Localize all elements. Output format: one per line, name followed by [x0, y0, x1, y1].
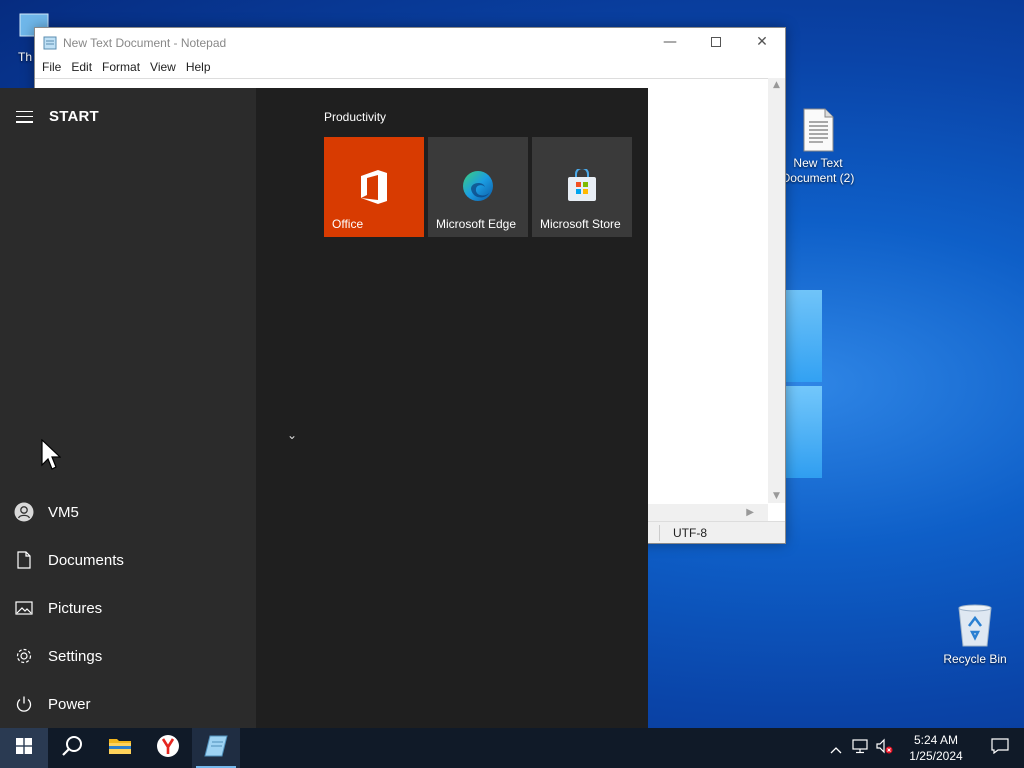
hamburger-icon[interactable] — [16, 110, 33, 123]
start-menu: START VM5 Documents Pictures Settings Po… — [0, 88, 648, 728]
clock-time: 5:24 AM — [913, 733, 959, 747]
start-title: START — [49, 108, 99, 125]
recycle-bin-icon — [955, 602, 995, 648]
network-icon — [851, 738, 869, 758]
start-item-label: Pictures — [48, 599, 103, 617]
maximize-button[interactable] — [693, 28, 739, 56]
start-item-label: Power — [48, 695, 91, 713]
tile-label: Microsoft Edge — [436, 217, 517, 231]
status-encoding: UTF-8 — [673, 526, 707, 540]
gear-icon — [0, 647, 48, 665]
menu-file[interactable]: File — [37, 58, 66, 78]
tile-microsoft-store[interactable]: Microsoft Store — [532, 137, 632, 237]
wallpaper-logo — [780, 282, 828, 482]
menu-edit[interactable]: Edit — [66, 58, 97, 78]
volume-button[interactable] — [872, 738, 896, 758]
notepad-title: New Text Document - Notepad — [63, 36, 227, 50]
desktop-icon-recycle-bin[interactable]: Recycle Bin — [935, 602, 1015, 667]
start-item-user[interactable]: VM5 — [0, 488, 256, 536]
notepad-menubar: File Edit Format View Help — [35, 58, 785, 78]
notepad-icon — [204, 735, 228, 761]
start-item-settings[interactable]: Settings — [0, 632, 256, 680]
start-item-power[interactable]: Power — [0, 680, 256, 728]
taskbar-file-explorer[interactable] — [96, 728, 144, 768]
desktop-icon-label: Recycle Bin — [943, 652, 1007, 666]
chevron-down-icon[interactable]: ⌄ — [287, 428, 297, 442]
desktop-icon-text-document[interactable]: New Text Document (2) — [778, 108, 858, 186]
show-hidden-icons-button[interactable] — [824, 739, 848, 758]
taskbar: 5:24 AM 1/25/2024 — [0, 728, 1024, 768]
menu-help[interactable]: Help — [181, 58, 216, 78]
start-button[interactable] — [0, 728, 48, 768]
search-button[interactable] — [48, 728, 96, 768]
menu-view[interactable]: View — [145, 58, 181, 78]
start-item-label: VM5 — [48, 503, 79, 521]
close-button[interactable]: ✕ — [739, 28, 785, 56]
notepad-icon — [43, 36, 57, 50]
office-icon — [358, 169, 390, 208]
text-file-icon — [801, 108, 835, 152]
close-icon: ✕ — [756, 34, 768, 50]
tile-microsoft-edge[interactable]: Microsoft Edge — [428, 137, 528, 237]
start-item-documents[interactable]: Documents — [0, 536, 256, 584]
taskbar-notepad[interactable] — [192, 728, 240, 768]
menu-format[interactable]: Format — [97, 58, 145, 78]
maximize-icon — [711, 37, 721, 47]
document-icon — [0, 551, 48, 569]
tile-group-label: Productivity — [324, 110, 387, 124]
vertical-scrollbar[interactable]: ▲ ▼ — [768, 78, 785, 503]
power-icon — [0, 695, 48, 713]
tile-label: Microsoft Store — [540, 217, 621, 231]
action-center-button[interactable] — [976, 738, 1024, 758]
start-item-label: Documents — [48, 551, 124, 569]
edge-icon — [461, 169, 495, 206]
system-tray: 5:24 AM 1/25/2024 — [824, 728, 1024, 768]
mouse-cursor-icon — [41, 438, 62, 475]
scroll-down-icon[interactable]: ▼ — [768, 489, 785, 503]
yandex-browser-icon — [156, 734, 180, 762]
taskbar-clock[interactable]: 5:24 AM 1/25/2024 — [896, 732, 976, 764]
chevron-up-icon — [830, 739, 842, 758]
desktop-icon-label: New Text Document (2) — [781, 156, 855, 185]
start-menu-left-rail: START VM5 Documents Pictures Settings Po… — [0, 88, 256, 728]
start-item-label: Settings — [48, 647, 103, 665]
volume-muted-icon — [875, 738, 893, 758]
windows-logo-icon — [16, 738, 32, 758]
picture-icon — [0, 601, 48, 615]
minimize-icon: — — [663, 34, 677, 50]
taskbar-yandex-browser[interactable] — [144, 728, 192, 768]
folder-icon — [108, 736, 132, 760]
scroll-up-icon[interactable]: ▲ — [768, 78, 785, 92]
minimize-button[interactable]: — — [647, 28, 693, 56]
network-button[interactable] — [848, 738, 872, 758]
tile-label: Office — [332, 217, 364, 231]
scroll-right-icon[interactable]: ▶ — [746, 507, 754, 518]
start-item-pictures[interactable]: Pictures — [0, 584, 256, 632]
notification-icon — [991, 738, 1009, 758]
search-icon — [61, 735, 83, 761]
status-divider — [659, 525, 660, 541]
start-header[interactable]: START — [16, 108, 99, 125]
tile-office[interactable]: Office — [324, 137, 424, 237]
store-icon — [566, 167, 598, 206]
clock-date: 1/25/2024 — [909, 749, 963, 763]
user-icon — [0, 502, 48, 522]
